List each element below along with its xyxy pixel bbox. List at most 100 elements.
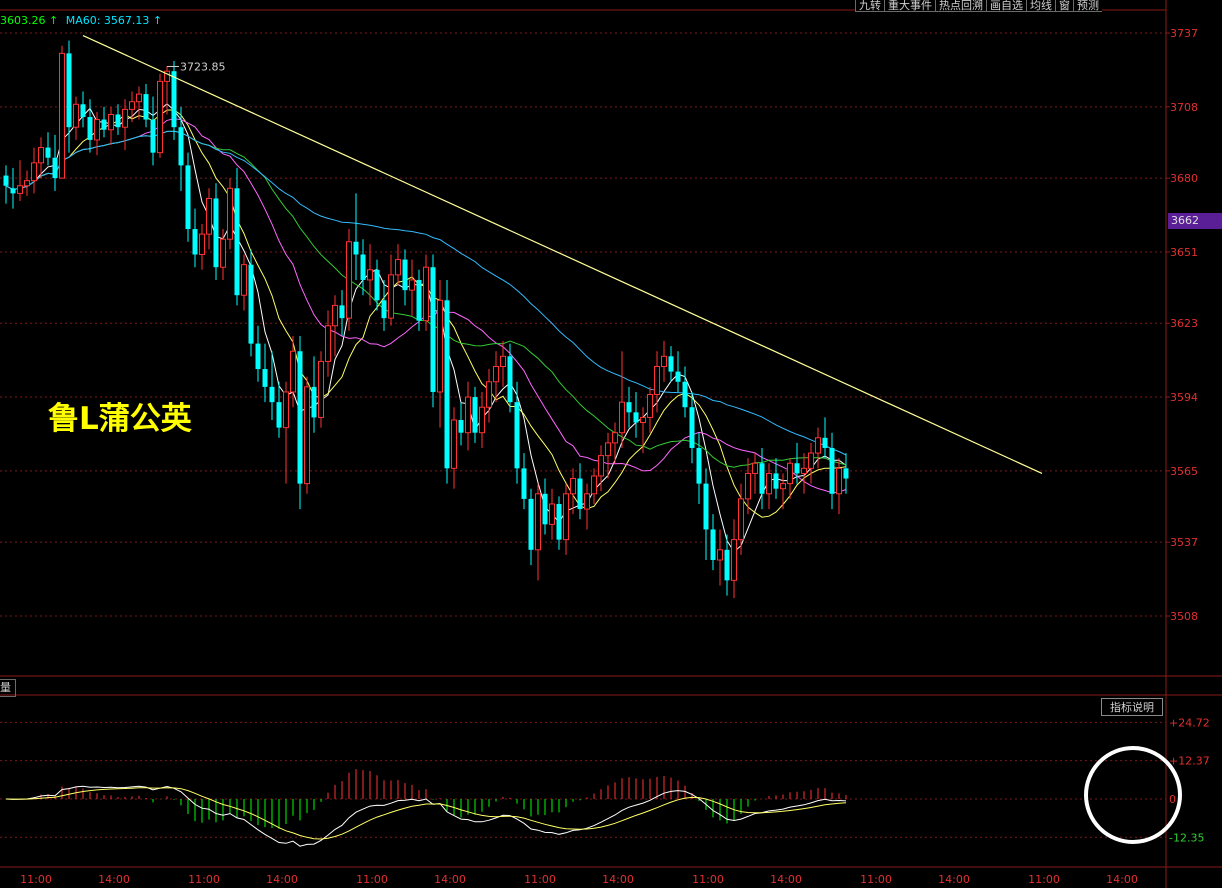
candle [346, 229, 352, 331]
candle [472, 386, 478, 443]
toolbar-button-6[interactable]: 预测 [1073, 0, 1102, 12]
candle [360, 239, 366, 296]
resistance-trendline [82, 35, 1043, 474]
x-tick-label-7: 14:00 [602, 873, 634, 886]
candle [297, 335, 303, 510]
high-annotation: 3723.85 [180, 60, 226, 73]
candle [10, 167, 16, 209]
x-tick-label-5: 14:00 [434, 873, 466, 886]
x-tick-label-1: 14:00 [98, 873, 130, 886]
candle [542, 478, 548, 535]
candle [192, 208, 198, 268]
candle [248, 249, 254, 357]
candle [654, 351, 660, 413]
toolbar-button-3[interactable]: 画自选 [986, 0, 1026, 12]
candle [416, 269, 422, 331]
candle [206, 188, 212, 250]
candle [766, 463, 772, 510]
candle [325, 310, 331, 377]
candle [626, 386, 632, 428]
trendline: 3723.85 [82, 35, 1043, 474]
x-tick-label-8: 11:00 [692, 873, 724, 886]
x-tick-label-2: 11:00 [188, 873, 220, 886]
candle [220, 229, 226, 280]
candle [304, 376, 310, 494]
candle [430, 254, 436, 408]
time-axis: 11:00 14:00 11:00 14:00 11:00 14:00 11:00 14:00… [20, 873, 1138, 886]
candle [682, 366, 688, 418]
candle [843, 453, 849, 494]
ma-legend: 3603.26 ↑ MA60: 3567.13 ↑ [0, 14, 166, 27]
candle [829, 432, 835, 510]
candle [353, 193, 359, 280]
toolbar-button-4[interactable]: 均线 [1026, 0, 1055, 12]
candle [437, 279, 443, 428]
candle [444, 279, 450, 484]
x-tick-label-3: 14:00 [266, 873, 298, 886]
x-tick-label-11: 14:00 [938, 873, 970, 886]
candle [465, 381, 471, 451]
toolbar-button-5[interactable]: 窗 [1055, 0, 1073, 12]
candle [234, 167, 240, 306]
x-tick-label-13: 14:00 [1106, 873, 1138, 886]
y-tick-label-0: 3737 [1170, 27, 1198, 40]
y-tick-label-6: 3565 [1170, 465, 1198, 478]
ma-legend-2: MA60: 3567.13 ↑ [65, 14, 163, 27]
candle [801, 453, 807, 494]
toolbar-button-0[interactable]: 九转 [855, 0, 884, 12]
candle [66, 40, 72, 153]
candle [822, 417, 828, 459]
candle [563, 483, 569, 555]
candle [703, 468, 709, 560]
osc-tick-label-2: 0 [1169, 793, 1176, 806]
candle [752, 453, 758, 494]
y-tick-label-5: 3594 [1170, 391, 1198, 404]
candle [619, 351, 625, 448]
candle [577, 463, 583, 520]
x-tick-label-12: 11:00 [1028, 873, 1060, 886]
candle [171, 61, 177, 140]
candle [388, 254, 394, 326]
osc-tick-label-3: -12.35 [1169, 831, 1204, 844]
current-price-label: 3662 [1168, 213, 1222, 229]
candle [836, 458, 842, 515]
toolbar-button-2[interactable]: 热点回溯 [935, 0, 986, 12]
oscillator-panel: +24.72 +12.37 0 -12.35 [0, 694, 1222, 868]
candle [759, 447, 765, 510]
candle [3, 165, 9, 204]
osc-tick-label-1: +12.37 [1169, 755, 1210, 768]
volume-tab[interactable]: 量 [0, 679, 16, 697]
candle [661, 341, 667, 382]
candle [262, 343, 268, 403]
candle [17, 160, 23, 202]
candle [143, 83, 149, 128]
x-tick-label-10: 11:00 [860, 873, 892, 886]
candle [115, 104, 121, 135]
candle [675, 351, 681, 392]
y-tick-label-3: 3651 [1170, 246, 1198, 259]
candle [668, 346, 674, 382]
candle [689, 391, 695, 464]
candle [780, 473, 786, 510]
ma-legend-1: 3603.26 ↑ [0, 14, 59, 27]
candle [458, 402, 464, 446]
candle [717, 529, 723, 586]
x-tick-label-4: 11:00 [356, 873, 388, 886]
chart-toolbar: 九转 重大事件 热点回溯 画自选 均线窗预测 [855, 0, 1102, 12]
x-tick-label-6: 11:00 [524, 873, 556, 886]
candle [24, 170, 30, 196]
candle [507, 343, 513, 413]
candle [745, 458, 751, 515]
candle [402, 249, 408, 306]
y-tick-label-7: 3537 [1170, 536, 1198, 549]
candle [199, 223, 205, 270]
candle [185, 152, 191, 242]
x-tick-label-0: 11:00 [20, 873, 52, 886]
y-tick-label-8: 3508 [1170, 610, 1198, 623]
toolbar-button-1[interactable]: 重大事件 [884, 0, 935, 12]
candle [59, 45, 65, 179]
indicator-help-button[interactable]: 指标说明 [1101, 698, 1163, 716]
candle [157, 73, 163, 158]
candle [80, 91, 86, 128]
candle [479, 391, 485, 448]
